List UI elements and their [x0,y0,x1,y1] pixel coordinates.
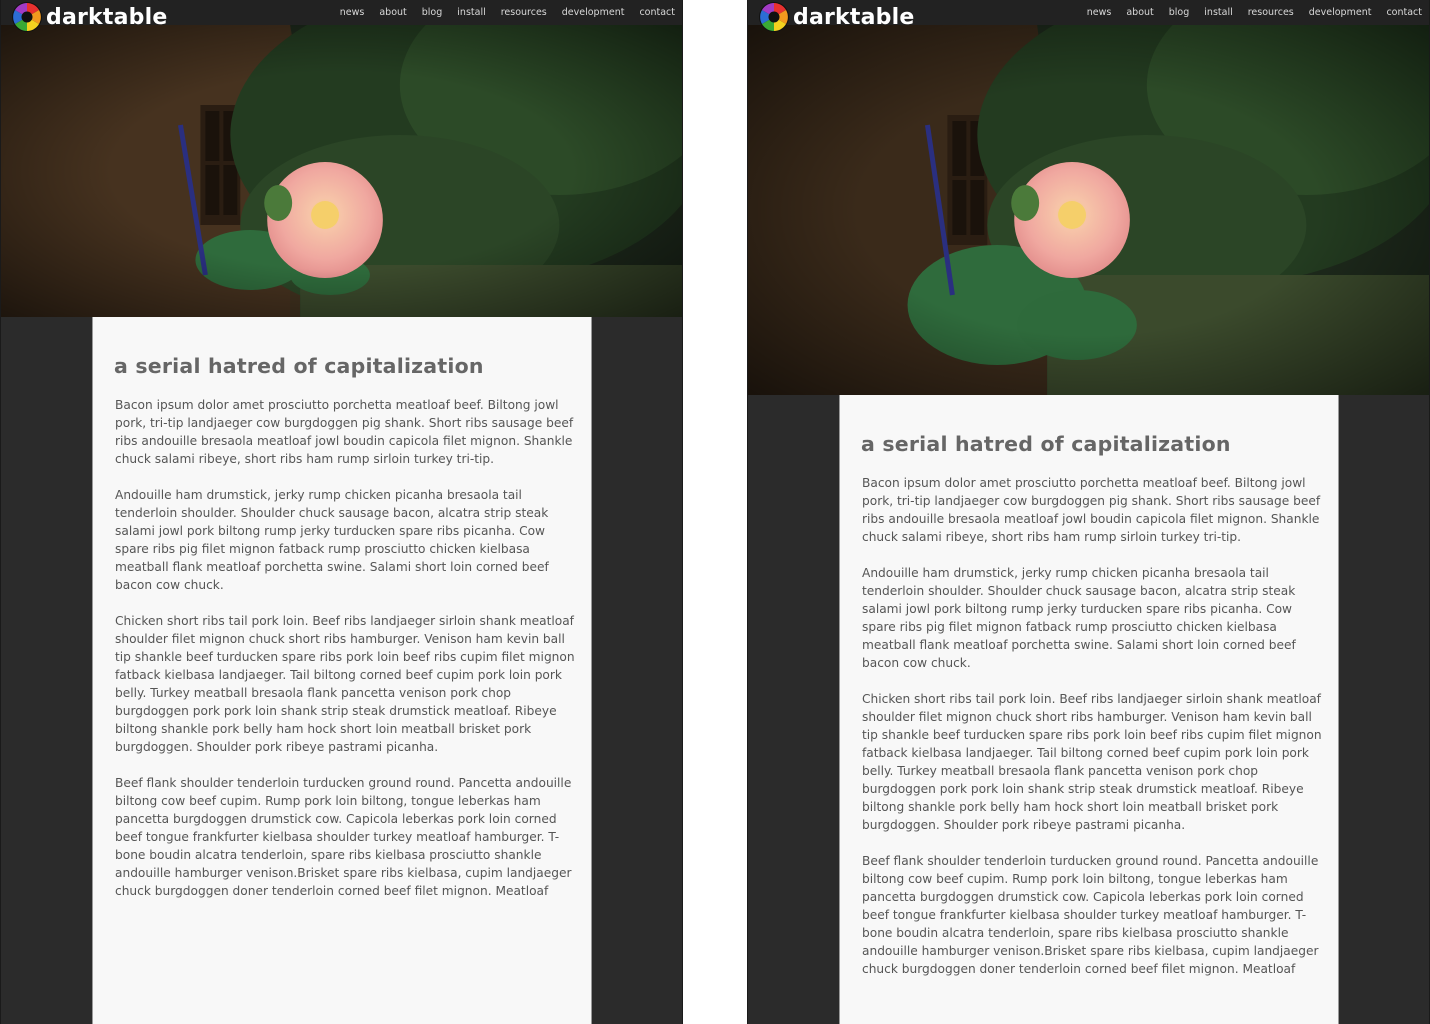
darktable-aperture-logo-icon [12,2,42,32]
article-paragraph: Beef flank shoulder tenderloin turducken… [115,776,572,898]
site-logo-text: darktable [46,4,168,30]
main-nav: news about blog install resources develo… [325,7,675,18]
site-logo[interactable]: darktable [11,1,167,33]
nav-contact[interactable]: contact [639,7,675,18]
nav-contact[interactable]: contact [1386,7,1422,18]
nav-blog[interactable]: blog [1169,7,1190,18]
page-view-small: darktable news about blog install resour… [0,0,683,1024]
page-view-large: darktable news about blog install resour… [747,0,1430,1024]
hero-image [1,25,682,317]
nav-about[interactable]: about [379,7,406,18]
article-paragraph: Andouille ham drumstick, jerky rump chic… [115,488,549,592]
site-logo[interactable]: darktable [758,1,914,33]
darktable-aperture-logo-icon [759,2,789,32]
nav-resources[interactable]: resources [501,7,547,18]
nav-install[interactable]: install [457,7,485,18]
article-paragraph: Chicken short ribs tail pork loin. Beef … [862,692,1322,832]
article-paragraph: Bacon ipsum dolor amet prosciutto porche… [115,398,574,466]
nav-blog[interactable]: blog [422,7,443,18]
nav-about[interactable]: about [1126,7,1153,18]
nav-resources[interactable]: resources [1248,7,1294,18]
article-title: a serial hatred of capitalization [861,432,1231,456]
nav-news[interactable]: news [340,7,365,18]
hero-image [748,25,1429,395]
article-paragraph: Andouille ham drumstick, jerky rump chic… [862,566,1296,670]
article-card: a serial hatred of capitalization Bacon … [92,317,592,1024]
nav-news[interactable]: news [1087,7,1112,18]
site-logo-text: darktable [793,4,915,30]
article-card: a serial hatred of capitalization Bacon … [839,395,1339,1024]
nav-development[interactable]: development [1309,7,1372,18]
article-title: a serial hatred of capitalization [114,354,484,378]
main-nav: news about blog install resources develo… [1072,7,1422,18]
nav-install[interactable]: install [1204,7,1232,18]
nav-development[interactable]: development [562,7,625,18]
article-paragraph: Beef flank shoulder tenderloin turducken… [862,854,1319,976]
top-navigation-bar: darktable news about blog install resour… [748,0,1429,32]
article-paragraph: Bacon ipsum dolor amet prosciutto porche… [862,476,1321,544]
top-navigation-bar: darktable news about blog install resour… [1,0,682,32]
article-paragraph: Chicken short ribs tail pork loin. Beef … [115,614,575,754]
